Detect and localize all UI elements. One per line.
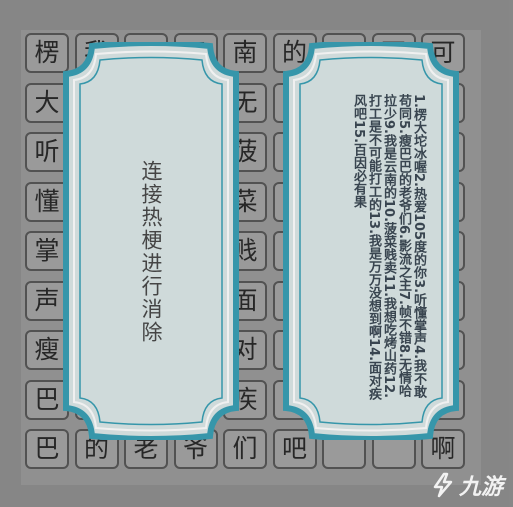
meme-list-text: 1.楞大坨冰喔2.热爱105度的你3.听懂掌声4.我不敢苟同5.瘦巴巴的老爷们6… <box>351 94 426 401</box>
hint-panel-right: 1.楞大坨冰喔2.热爱105度的你3.听懂掌声4.我不敢苟同5.瘦巴巴的老爷们6… <box>282 42 460 440</box>
nine-game-logo-icon <box>433 472 453 498</box>
hint-panel-left: 连接热梗进行消除 <box>62 42 240 440</box>
instruction-text: 连接热梗进行消除 <box>139 160 163 344</box>
watermark-text: 九游 <box>458 475 503 500</box>
watermark: 九游 <box>430 469 503 501</box>
